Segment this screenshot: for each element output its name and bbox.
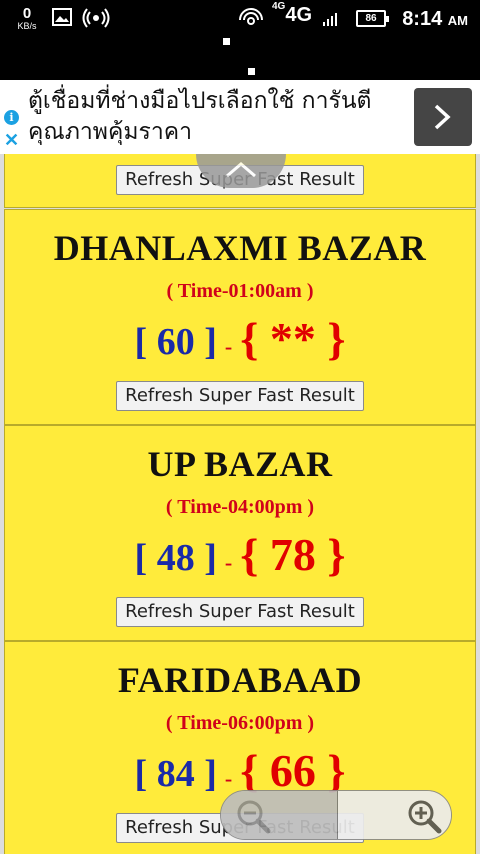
signal-icon bbox=[322, 11, 342, 32]
ad-close-icon[interactable]: ✕ bbox=[4, 130, 19, 150]
zoom-control[interactable] bbox=[220, 790, 452, 840]
zoom-in-button[interactable] bbox=[337, 791, 451, 839]
ad-open-button[interactable] bbox=[414, 88, 472, 146]
open-number: [ 48 ] bbox=[134, 537, 217, 579]
close-number: { 78 } bbox=[240, 529, 346, 580]
image-icon bbox=[52, 8, 72, 31]
result-separator: - bbox=[224, 334, 233, 359]
status-bar: 0 KB/s 4G4G 86 8:14 AM bbox=[0, 0, 480, 80]
clock-ampm: AM bbox=[447, 13, 468, 28]
network-speed: 0 KB/s bbox=[12, 6, 42, 31]
progress-dot bbox=[248, 68, 255, 75]
battery-indicator: 86 bbox=[356, 10, 389, 27]
refresh-button[interactable]: Refresh Super Fast Result bbox=[116, 381, 364, 411]
progress-dot bbox=[223, 38, 230, 45]
open-number: [ 60 ] bbox=[134, 321, 217, 363]
wifi-calling-icon bbox=[238, 6, 264, 35]
market-card: UP BAZAR ( Time-04:00pm ) [ 48 ] - { 78 … bbox=[4, 425, 476, 641]
market-result: [ 60 ] - { ** } bbox=[5, 312, 475, 365]
zoom-in-icon bbox=[408, 800, 442, 834]
market-result: [ 48 ] - { 78 } bbox=[5, 528, 475, 581]
zoom-out-button[interactable] bbox=[221, 791, 337, 839]
chevron-right-icon bbox=[434, 104, 451, 130]
refresh-button[interactable]: Refresh Super Fast Result bbox=[116, 597, 364, 627]
network-type-label: 4G bbox=[285, 4, 313, 26]
network-type: 4G4G bbox=[272, 1, 313, 27]
hotspot-icon bbox=[82, 8, 110, 33]
market-time: ( Time-04:00pm ) bbox=[165, 496, 315, 518]
market-time: ( Time-01:00am ) bbox=[166, 280, 314, 302]
market-name: UP BAZAR bbox=[147, 444, 333, 484]
network-type-small: 4G bbox=[272, 1, 286, 13]
network-speed-unit: KB/s bbox=[17, 21, 37, 31]
ad-banner[interactable]: i ✕ ตู้เชื่อมที่ช่างมือไปรเลือกใช้ การัน… bbox=[0, 80, 480, 154]
clock: 8:14 AM bbox=[402, 8, 468, 31]
market-time: ( Time-06:00pm ) bbox=[165, 712, 315, 734]
results-list[interactable]: Refresh Super Fast Result DHANLAXMI BAZA… bbox=[0, 154, 480, 854]
market-card: DHANLAXMI BAZAR ( Time-01:00am ) [ 60 ] … bbox=[4, 209, 476, 425]
ad-text[interactable]: ตู้เชื่อมที่ช่างมือไปรเลือกใช้ การันตีคุ… bbox=[28, 86, 398, 148]
ad-info-icon[interactable]: i bbox=[4, 110, 19, 125]
network-speed-value: 0 bbox=[22, 5, 32, 22]
chevron-up-icon bbox=[226, 162, 256, 178]
result-separator: - bbox=[224, 766, 233, 791]
market-name: FARIDABAAD bbox=[117, 660, 363, 700]
zoom-out-icon bbox=[237, 800, 271, 834]
close-number: { ** } bbox=[240, 313, 346, 364]
open-number: [ 84 ] bbox=[134, 753, 217, 795]
clock-time: 8:14 bbox=[402, 8, 443, 30]
close-number: { 66 } bbox=[240, 745, 346, 796]
market-name: DHANLAXMI BAZAR bbox=[53, 228, 427, 268]
result-separator: - bbox=[224, 550, 233, 575]
